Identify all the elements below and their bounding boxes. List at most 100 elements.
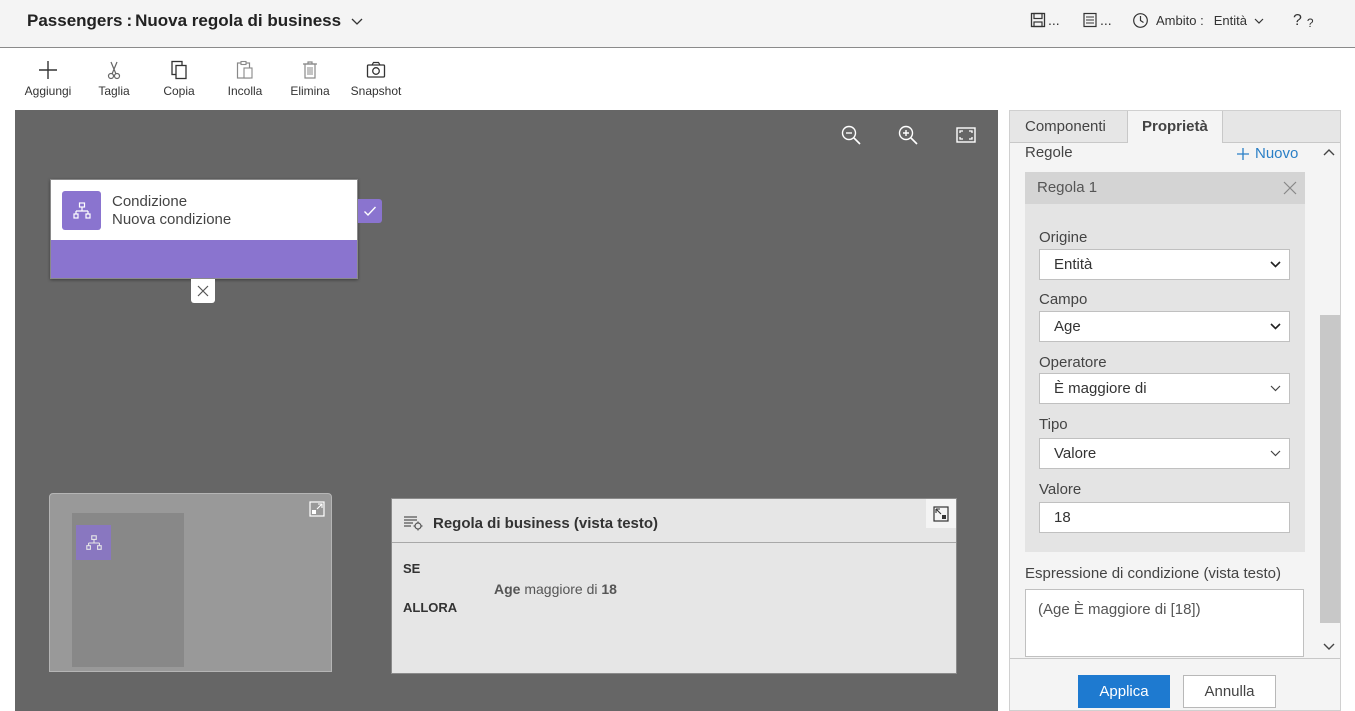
origin-value: Entità <box>1054 256 1093 273</box>
help-button[interactable]: ? ? <box>1293 12 1314 30</box>
minimap-condition-node <box>76 525 111 560</box>
chevron-down-icon <box>1270 323 1281 330</box>
field-select[interactable]: Age <box>1039 311 1290 342</box>
close-icon <box>197 285 209 297</box>
origin-label: Origine <box>1039 229 1088 246</box>
chevron-down-icon[interactable] <box>351 15 363 27</box>
scroll-down-icon[interactable] <box>1323 642 1335 652</box>
checkmark-icon <box>364 206 377 217</box>
hierarchy-icon <box>72 201 91 219</box>
text-view-expand-button[interactable] <box>926 499 956 528</box>
close-icon[interactable] <box>1283 181 1297 195</box>
condition-card[interactable]: Condizione Nuova condizione <box>50 179 358 279</box>
validate-button-label: ... <box>1100 12 1112 28</box>
scope-value: Entità <box>1213 13 1247 28</box>
copy-button-label: Copia <box>163 84 195 98</box>
condition-field: Age <box>494 581 521 597</box>
chevron-down-icon <box>1254 18 1264 24</box>
header-bar: Passengers : Nuova regola di business ..… <box>0 0 1355 48</box>
operator-select[interactable]: È maggiore di <box>1039 373 1290 404</box>
scope-label: Ambito : <box>1156 13 1204 28</box>
condition-icon-box <box>62 191 101 230</box>
scrollbar-thumb[interactable] <box>1320 315 1340 623</box>
type-label: Tipo <box>1039 416 1068 433</box>
chevron-down-icon <box>1270 261 1281 268</box>
fit-to-screen-icon[interactable] <box>955 124 977 146</box>
add-button-label: Aggiungi <box>24 84 72 98</box>
then-label: ALLORA <box>403 600 458 615</box>
tab-properties[interactable]: Proprietà <box>1127 111 1223 143</box>
plus-icon <box>1237 147 1249 160</box>
text-view-header: Regola di business (vista testo) <box>392 499 956 543</box>
type-select[interactable]: Valore <box>1039 438 1290 469</box>
cancel-button[interactable]: Annulla <box>1183 675 1276 708</box>
paste-button-label: Incolla <box>227 84 263 98</box>
panel-tabs: Componenti Proprietà <box>1010 111 1340 143</box>
entity-name: Passengers <box>27 11 123 30</box>
history-icon <box>1133 13 1148 28</box>
snapshot-button-label: Snapshot <box>350 84 402 98</box>
paste-button[interactable]: Incolla <box>212 60 278 98</box>
rule-card: Regola 1 Origine Entità Campo Age Operat… <box>1025 172 1305 552</box>
text-view-panel: Regola di business (vista testo) SE Age … <box>391 498 957 674</box>
rule-header[interactable]: Regola 1 <box>1025 172 1305 204</box>
clipboard-icon <box>236 60 253 79</box>
value-input[interactable]: 18 <box>1039 502 1290 533</box>
expand-icon <box>933 505 949 522</box>
cut-button-label: Taglia <box>98 84 130 98</box>
properties-panel: Componenti Proprietà Regole Nuovo Regola… <box>1009 110 1341 711</box>
text-view-icon <box>404 516 423 531</box>
new-rule-label: Nuovo <box>1255 145 1299 162</box>
condition-name: Nuova condizione <box>112 211 232 228</box>
condition-operator: maggiore di <box>524 581 598 597</box>
scissors-icon <box>107 61 121 80</box>
scope-selector[interactable]: Ambito : Entità <box>1132 12 1264 29</box>
delete-button-label: Elimina <box>290 84 330 98</box>
toolbar: Aggiungi Taglia Copia Incolla Elimina Sn… <box>0 48 1355 110</box>
save-button[interactable]: ... <box>1030 12 1060 28</box>
field-label: Campo <box>1039 291 1088 308</box>
type-value: Valore <box>1054 445 1097 462</box>
new-rule-button[interactable]: Nuovo <box>1237 145 1298 162</box>
copy-button[interactable]: Copia <box>146 60 212 98</box>
camera-icon <box>366 61 386 78</box>
operator-value: È maggiore di <box>1054 380 1147 397</box>
tab-components[interactable]: Componenti <box>1011 111 1120 143</box>
condition-text: Age maggiore di 18 <box>494 581 617 597</box>
help-icon-small: ? <box>1306 15 1314 30</box>
value-input-text: 18 <box>1054 509 1071 526</box>
cut-button[interactable]: Taglia <box>81 60 147 98</box>
expression-text-box[interactable]: (Age È maggiore di [18]) <box>1025 589 1304 657</box>
snapshot-button[interactable]: Snapshot <box>343 60 409 98</box>
condition-false-branch-button[interactable] <box>191 279 215 303</box>
origin-select[interactable]: Entità <box>1039 249 1290 280</box>
condition-type-label: Condizione <box>112 193 188 210</box>
delete-button[interactable]: Elimina <box>277 60 343 98</box>
apply-button[interactable]: Applica <box>1078 675 1170 708</box>
condition-true-branch-button[interactable] <box>358 199 382 223</box>
field-value: Age <box>1054 318 1081 335</box>
condition-value: 18 <box>601 581 617 597</box>
minimap[interactable] <box>49 493 332 672</box>
add-button[interactable]: Aggiungi <box>15 60 81 98</box>
hierarchy-icon <box>85 534 102 550</box>
designer-canvas[interactable]: Condizione Nuova condizione Regola di bu… <box>15 110 998 711</box>
chevron-down-icon <box>1270 385 1281 392</box>
rule-name: Nuova regola di business <box>135 11 342 30</box>
zoom-in-icon[interactable] <box>897 124 919 146</box>
condition-drop-zone[interactable] <box>51 240 357 278</box>
zoom-out-icon[interactable] <box>840 124 862 146</box>
collapse-minimap-icon[interactable] <box>309 501 325 517</box>
if-label: SE <box>403 561 421 576</box>
validate-button[interactable]: ... <box>1082 12 1112 28</box>
save-icon <box>1030 12 1046 28</box>
save-button-label: ... <box>1048 12 1060 28</box>
value-label: Valore <box>1039 481 1082 498</box>
page-title[interactable]: Passengers : Nuova regola di business <box>27 11 363 31</box>
plus-icon <box>39 61 57 79</box>
rules-label: Regole <box>1025 144 1073 161</box>
title-separator: : <box>126 11 133 30</box>
copy-icon <box>171 60 187 80</box>
trash-icon <box>303 61 317 79</box>
scroll-up-icon[interactable] <box>1323 147 1335 157</box>
